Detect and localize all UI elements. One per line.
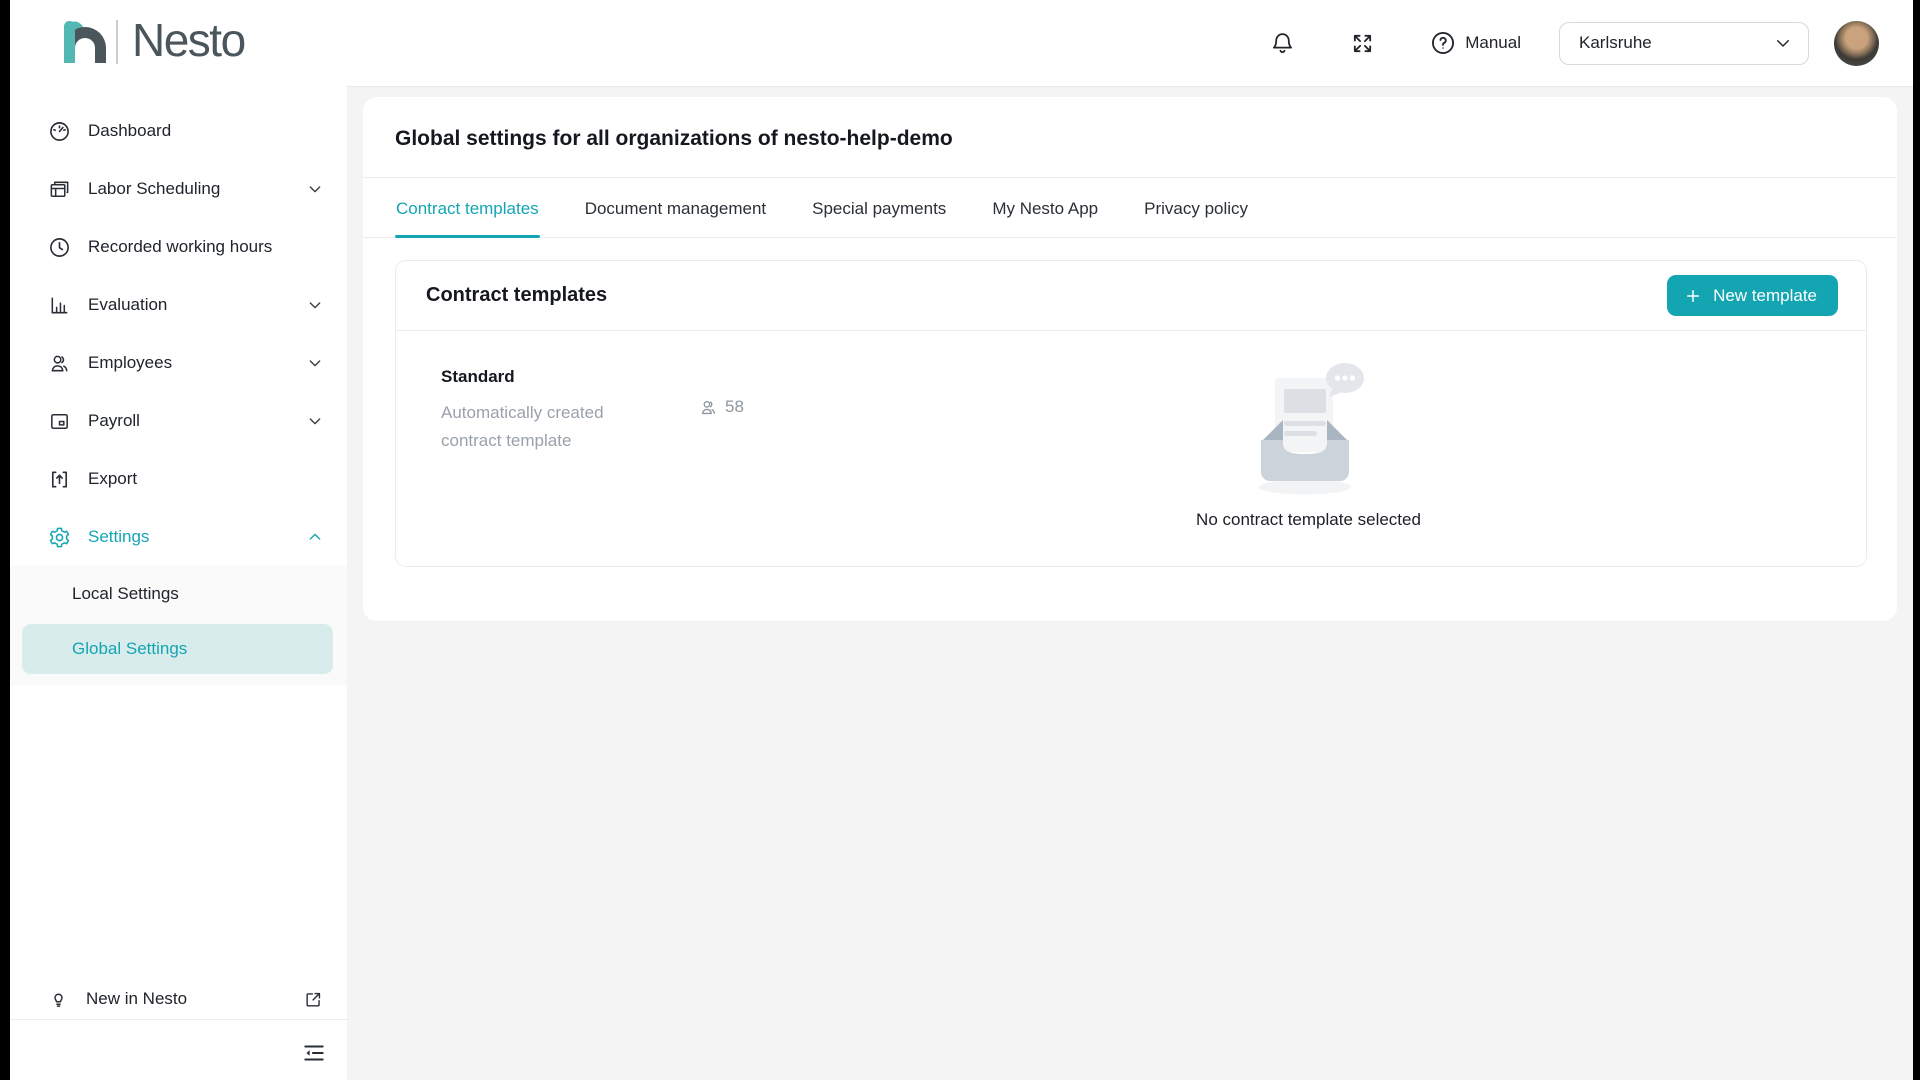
page-title: Global settings for all organizations of… (395, 127, 1865, 151)
chevron-up-icon (307, 529, 323, 545)
card-header: Contract templates New template (396, 261, 1866, 331)
lightbulb-icon (48, 989, 69, 1010)
sidebar-item-recorded-working-hours[interactable]: Recorded working hours (10, 218, 347, 276)
settings-submenu: Local Settings Global Settings (10, 566, 347, 686)
sidebar-item-label: Export (88, 469, 323, 489)
plus-icon (1684, 287, 1702, 305)
tab-document-management[interactable]: Document management (584, 178, 767, 237)
chevron-down-icon (307, 181, 323, 197)
sidebar-item-label: Dashboard (88, 121, 323, 141)
nesto-logo-mark-icon (60, 19, 106, 65)
new-template-button[interactable]: New template (1667, 275, 1838, 316)
tab-bar: Contract templates Document management S… (363, 178, 1897, 238)
bar-chart-icon (48, 294, 71, 317)
manual-label: Manual (1465, 33, 1521, 53)
sidebar-item-label: Global Settings (72, 639, 187, 659)
template-list-item[interactable]: Standard Automatically created contract … (441, 367, 721, 455)
sidebar-item-payroll[interactable]: Payroll (10, 392, 347, 450)
empty-inbox-illustration (1245, 362, 1373, 496)
notifications-bell-icon[interactable] (1268, 29, 1296, 57)
sidebar-footer-divider (10, 1019, 347, 1020)
empty-state-text: No contract template selected (1196, 510, 1421, 530)
sidebar-item-label: Payroll (88, 411, 307, 431)
gear-icon (48, 526, 71, 549)
template-description: Automatically created contract template (441, 399, 641, 455)
export-icon (48, 468, 71, 491)
external-link-icon (304, 990, 323, 1009)
sidebar-item-label: Recorded working hours (88, 237, 323, 257)
nesto-logo: Nesto (60, 14, 245, 70)
tab-privacy-policy[interactable]: Privacy policy (1143, 178, 1249, 237)
sidebar-item-global-settings[interactable]: Global Settings (22, 624, 333, 674)
sidebar-item-label: Employees (88, 353, 307, 373)
sidebar-item-settings[interactable]: Settings (10, 508, 347, 566)
user-avatar[interactable] (1834, 21, 1879, 66)
new-in-nesto-label: New in Nesto (86, 989, 304, 1009)
sidebar-item-employees[interactable]: Employees (10, 334, 347, 392)
collapse-sidebar-icon[interactable] (301, 1040, 327, 1066)
card-body: Standard Automatically created contract … (396, 331, 1866, 566)
clock-icon (48, 236, 71, 259)
sidebar-item-evaluation[interactable]: Evaluation (10, 276, 347, 334)
manual-help-link[interactable]: Manual (1430, 30, 1521, 56)
new-template-button-label: New template (1713, 286, 1817, 306)
sidebar-item-dashboard[interactable]: Dashboard (10, 102, 347, 160)
template-name: Standard (441, 367, 721, 387)
schedule-grid-icon (48, 178, 71, 201)
main-content: Global settings for all organizations of… (347, 86, 1913, 1080)
tab-special-payments[interactable]: Special payments (811, 178, 947, 237)
help-circle-icon (1430, 30, 1456, 56)
chevron-down-icon (307, 297, 323, 313)
logo-wordmark: Nesto (132, 17, 245, 67)
tab-contract-templates[interactable]: Contract templates (395, 178, 540, 237)
employee-count-value: 58 (725, 397, 744, 417)
logo-divider (116, 20, 118, 64)
sidebar-item-label: Settings (88, 527, 307, 547)
global-settings-panel: Global settings for all organizations of… (363, 97, 1897, 621)
fullscreen-icon[interactable] (1348, 29, 1376, 57)
sidebar-item-labor-scheduling[interactable]: Labor Scheduling (10, 160, 347, 218)
location-dropdown-value: Karlsruhe (1579, 33, 1652, 53)
app-window: Nesto (10, 0, 1913, 1080)
template-employee-count: 58 (699, 397, 744, 417)
sidebar-nav: Dashboard Labor Scheduling Recorded wor (10, 86, 347, 686)
sidebar-item-local-settings[interactable]: Local Settings (10, 566, 347, 622)
sidebar-item-export[interactable]: Export (10, 450, 347, 508)
contract-templates-card: Contract templates New template Standard… (395, 260, 1867, 567)
tab-my-nesto-app[interactable]: My Nesto App (991, 178, 1099, 237)
new-in-nesto-link[interactable]: New in Nesto (10, 976, 347, 1022)
gauge-icon (48, 120, 71, 143)
chevron-down-icon (307, 355, 323, 371)
sidebar-item-label: Local Settings (72, 584, 179, 604)
location-dropdown[interactable]: Karlsruhe (1559, 22, 1809, 65)
top-bar: Nesto (10, 0, 1913, 86)
sidebar-item-label: Evaluation (88, 295, 307, 315)
panel-header: Global settings for all organizations of… (363, 97, 1897, 178)
card-title: Contract templates (426, 284, 607, 307)
people-icon (48, 352, 71, 375)
payroll-card-icon (48, 410, 71, 433)
topbar-controls: Manual Karlsruhe (1268, 0, 1879, 86)
sidebar-item-label: Labor Scheduling (88, 179, 307, 199)
chevron-down-icon (307, 413, 323, 429)
chevron-down-icon (1774, 34, 1792, 52)
sidebar: Dashboard Labor Scheduling Recorded wor (10, 86, 347, 1080)
empty-state: No contract template selected (751, 331, 1866, 566)
people-icon (699, 398, 718, 417)
